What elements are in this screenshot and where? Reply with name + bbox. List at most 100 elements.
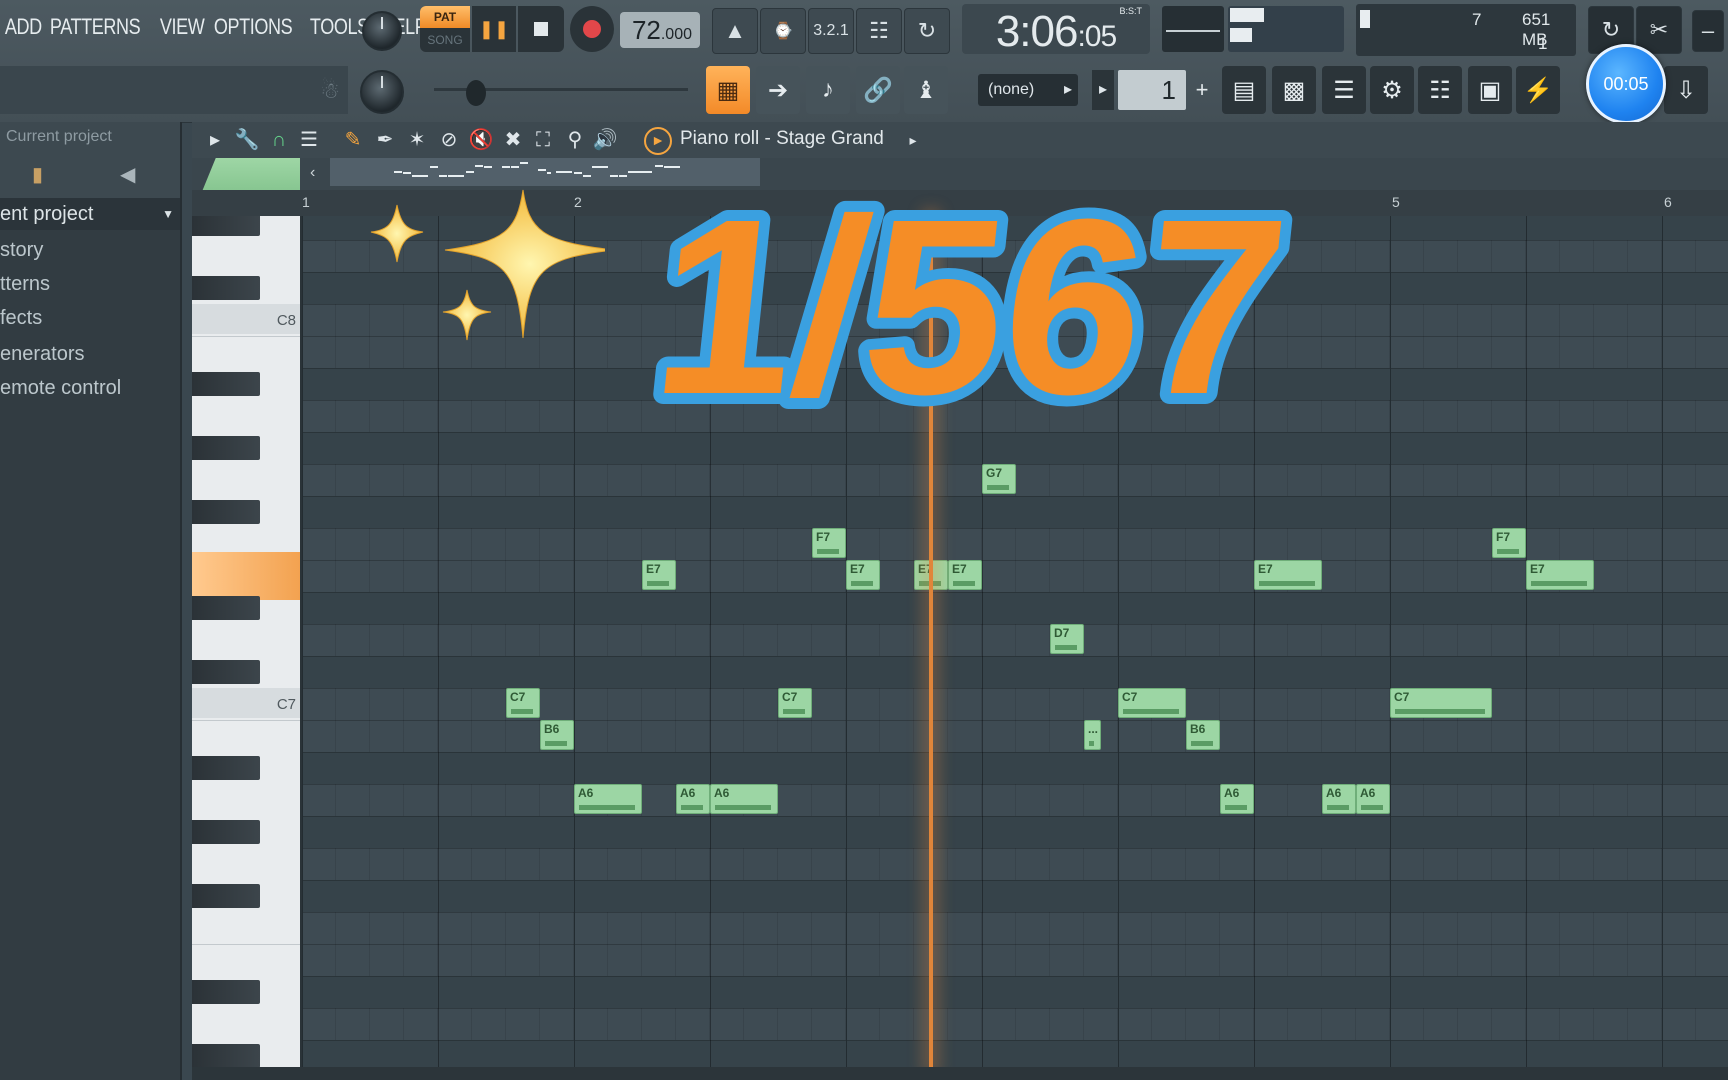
piano-roll-view-button[interactable]: ▦: [706, 66, 750, 114]
magnet-icon[interactable]: ∩: [266, 127, 292, 153]
magic-icon[interactable]: ✶: [404, 127, 430, 153]
note-g7[interactable]: G7: [982, 464, 1016, 494]
black-key[interactable]: [192, 756, 260, 780]
note-e7[interactable]: E7: [1526, 560, 1594, 590]
browser-item-generators[interactable]: enerators: [0, 338, 180, 370]
master-pitch-slider[interactable]: [434, 80, 688, 106]
channel-rack-button[interactable]: ♪: [806, 66, 850, 114]
minimize-button[interactable]: –: [1692, 10, 1724, 52]
metronome-button[interactable]: ▲: [712, 8, 758, 54]
master-pitch-knob[interactable]: [360, 70, 404, 114]
note-a6[interactable]: A6: [1322, 784, 1356, 814]
browser-tree-button[interactable]: ☷: [1418, 66, 1462, 114]
menu-options[interactable]: OPTIONS: [209, 14, 299, 40]
browser-item-patterns[interactable]: tterns: [0, 268, 180, 300]
note-b6[interactable]: B6: [1186, 720, 1220, 750]
plugin-button[interactable]: ⚡: [1516, 66, 1560, 114]
wrench-icon[interactable]: 🔧: [234, 127, 260, 153]
note-c7[interactable]: C7: [506, 688, 540, 718]
song-mode[interactable]: SONG: [420, 28, 470, 52]
playlist-button[interactable]: ▤: [1222, 66, 1266, 114]
browser-item-current-project[interactable]: ent project ▼: [0, 198, 180, 230]
mixer-button[interactable]: ⚙: [1370, 66, 1414, 114]
zoom-icon[interactable]: ⚲: [562, 127, 588, 153]
note-e7[interactable]: E7: [948, 560, 982, 590]
black-key[interactable]: [192, 660, 260, 684]
folder-icon[interactable]: ▮: [32, 162, 43, 187]
black-key[interactable]: [192, 276, 260, 300]
highlighted-key[interactable]: [192, 552, 300, 600]
slice-icon[interactable]: ✖: [500, 127, 526, 153]
black-key[interactable]: [192, 372, 260, 396]
record-audio-icon[interactable]: ►: [644, 127, 672, 155]
menu-add[interactable]: ADD: [0, 14, 48, 40]
master-volume-knob[interactable]: [362, 11, 402, 51]
black-key[interactable]: [192, 596, 260, 620]
project-button[interactable]: ▣: [1468, 66, 1512, 114]
black-key[interactable]: [192, 1044, 260, 1067]
pat-mode[interactable]: PAT: [420, 6, 470, 28]
play-pause-button[interactable]: ❚❚: [472, 6, 516, 52]
note-e7[interactable]: E7: [846, 560, 880, 590]
black-key[interactable]: [192, 820, 260, 844]
browser-item-effects[interactable]: fects: [0, 302, 180, 334]
black-key[interactable]: [192, 216, 260, 236]
delete-icon[interactable]: ⊘: [436, 127, 462, 153]
snap-menu-icon[interactable]: ☰: [296, 127, 322, 153]
black-key[interactable]: [192, 436, 260, 460]
pattern-number-field[interactable]: 1: [1118, 70, 1186, 110]
browser-item-remote-control[interactable]: emote control: [0, 372, 180, 404]
note-a6[interactable]: A6: [1220, 784, 1254, 814]
note-f7[interactable]: F7: [1492, 528, 1526, 558]
pencil-icon[interactable]: ✎: [340, 127, 366, 153]
piano-roll-menu-arrow-icon[interactable]: ▸: [202, 127, 228, 153]
note-c7[interactable]: C7: [778, 688, 812, 718]
overview-chevron-left-icon[interactable]: ‹: [310, 164, 315, 182]
add-pattern-button[interactable]: +: [1190, 70, 1214, 110]
browser-item-history[interactable]: story: [0, 234, 180, 266]
black-key[interactable]: [192, 980, 260, 1004]
black-key[interactable]: [192, 500, 260, 524]
note-d7[interactable]: D7: [1050, 624, 1084, 654]
note-b6[interactable]: ...: [1084, 720, 1101, 750]
note-a6[interactable]: A6: [1356, 784, 1390, 814]
browser-header-label[interactable]: Current project: [6, 128, 112, 146]
stop-button[interactable]: [518, 6, 564, 52]
note-f7[interactable]: F7: [812, 528, 846, 558]
note-a6[interactable]: A6: [676, 784, 710, 814]
loop-record-button[interactable]: ↻: [904, 8, 950, 54]
countdown-button[interactable]: 3.2.1: [808, 8, 854, 54]
select-icon[interactable]: ⛶: [530, 127, 556, 153]
mute-icon[interactable]: 🔇: [468, 127, 494, 153]
step-sequencer-button[interactable]: ▩: [1272, 66, 1316, 114]
channel-rack-view-button[interactable]: ☰: [1322, 66, 1366, 114]
note-b6[interactable]: B6: [540, 720, 574, 750]
step-edit-button[interactable]: ☷: [856, 8, 902, 54]
download-button[interactable]: ⇩: [1664, 66, 1708, 114]
link-button[interactable]: 🔗: [856, 66, 900, 114]
note-a6[interactable]: A6: [574, 784, 642, 814]
note-a6[interactable]: A6: [710, 784, 778, 814]
stamp-button[interactable]: ♝: [904, 66, 948, 114]
brush-icon[interactable]: ✒: [372, 127, 398, 153]
note-c7[interactable]: C7: [1390, 688, 1492, 718]
song-position-clock[interactable]: 3:06:05 B:S:T: [962, 4, 1150, 56]
piano-keyboard[interactable]: C8 C7: [192, 216, 302, 1067]
title-chevron-right-icon[interactable]: ▸: [900, 127, 926, 153]
tempo-field[interactable]: 72.000: [620, 12, 700, 48]
speaker-icon[interactable]: ◀: [120, 162, 135, 187]
horizontal-scrollbar[interactable]: [192, 1067, 1728, 1080]
wait-for-input-button[interactable]: ⌚: [760, 8, 806, 54]
menu-view[interactable]: VIEW: [155, 14, 211, 40]
playlist-view-button[interactable]: ➔: [756, 66, 800, 114]
playback-icon[interactable]: 🔊: [592, 127, 618, 153]
record-button[interactable]: [570, 6, 614, 52]
black-key[interactable]: [192, 884, 260, 908]
note-e7[interactable]: E7: [642, 560, 676, 590]
menu-patterns[interactable]: PATTERNS: [45, 14, 147, 40]
note-c7[interactable]: C7: [1118, 688, 1186, 718]
pattern-selector[interactable]: (none) ▸: [978, 74, 1078, 106]
note-e7[interactable]: E7: [1254, 560, 1322, 590]
pat-song-toggle[interactable]: PAT SONG: [420, 6, 470, 52]
pattern-prev-button[interactable]: ▸: [1092, 70, 1114, 110]
